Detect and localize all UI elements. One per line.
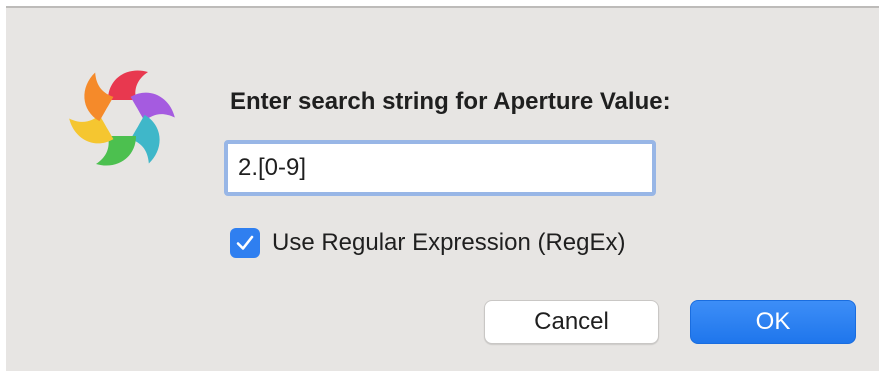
dialog-prompt: Enter search string for Aperture Value: (230, 88, 671, 115)
cancel-button[interactable]: Cancel (484, 300, 659, 344)
search-string-input[interactable] (224, 140, 656, 196)
regex-checkbox[interactable] (230, 228, 260, 258)
ok-button[interactable]: OK (690, 300, 856, 344)
checkmark-icon (236, 235, 254, 250)
regex-option[interactable]: Use Regular Expression (RegEx) (230, 226, 625, 260)
search-dialog: Enter search string for Aperture Value: … (6, 6, 879, 371)
app-logo-icon (69, 70, 175, 166)
regex-checkbox-label[interactable]: Use Regular Expression (RegEx) (272, 229, 625, 257)
